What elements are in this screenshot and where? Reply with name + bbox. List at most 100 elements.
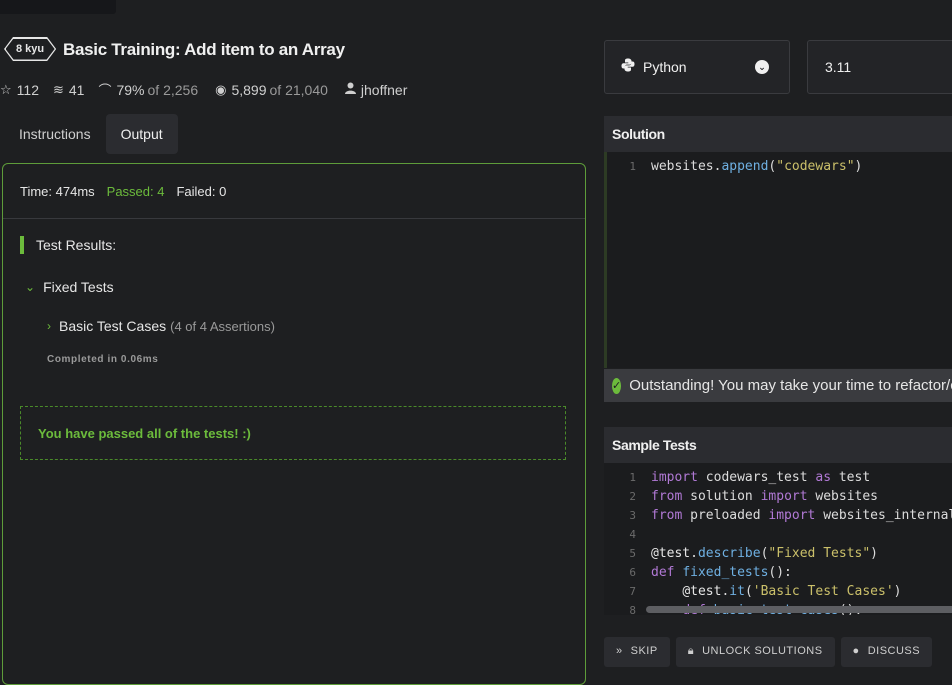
rainbow-icon: ⌒ — [98, 83, 112, 98]
layers-icon: ≋ — [52, 81, 64, 97]
author-name: jhoffner — [360, 81, 408, 98]
pass-message: You have passed all of the tests! :) — [38, 425, 251, 441]
skip-button[interactable]: » SKIP — [604, 637, 670, 667]
discuss-button[interactable]: ● DISCUSS — [840, 637, 933, 667]
top-nav-stub — [0, 0, 116, 14]
star-icon: ☆ — [0, 81, 12, 97]
solution-heading-label: Solution — [612, 126, 665, 142]
completed-of: of 21,040 — [269, 81, 328, 98]
rank-label: 8 kyu — [16, 43, 45, 55]
passed-count: Passed: 4 — [106, 183, 165, 199]
target-icon: ◉ — [215, 81, 227, 97]
code-token: it — [729, 584, 745, 599]
output-panel: Time: 474ms Passed: 4 Failed: 0 Test Res… — [2, 163, 586, 685]
chat-icon: ● — [852, 645, 860, 657]
rank-badge: 8 kyu — [4, 37, 56, 61]
line-number: 7 — [629, 585, 636, 598]
basic-cases-label: Basic Test Cases — [59, 318, 167, 334]
code-token: fixed_tests — [682, 565, 769, 580]
discuss-label: DISCUSS — [867, 645, 921, 657]
action-buttons: » SKIP 🔒︎ UNLOCK SOLUTIONS ● DISCUSS — [604, 637, 938, 667]
code-token: append — [721, 159, 769, 174]
tab-output[interactable]: Output — [105, 114, 178, 154]
sample-tests-editor[interactable]: 1 2 3 4 5 6 7 8 import codewars_test as … — [604, 463, 952, 615]
skip-label: SKIP — [630, 645, 658, 657]
collections-count: 41 — [68, 81, 85, 98]
kata-stats: ☆ 112 ≋ 41 ⌒ 79% of 2,256 ◉ 5,899 of 21,… — [0, 80, 421, 99]
stars-count: 112 — [16, 81, 39, 98]
user-icon — [344, 82, 356, 97]
code-line: def fixed_tests(): — [651, 565, 792, 580]
fast-forward-icon: » — [616, 645, 623, 657]
code-token: def — [651, 565, 675, 580]
code-token: @test — [651, 546, 691, 561]
python-icon — [621, 58, 635, 76]
results-accent-bar — [20, 236, 24, 254]
code-token: import — [768, 508, 816, 523]
solution-editor[interactable]: 1 websites.append("codewars") — [604, 152, 952, 368]
pass-message-box: You have passed all of the tests! :) — [20, 406, 566, 460]
run-time: Time: 474ms — [20, 183, 95, 199]
panel-tabs: Instructions Output — [4, 114, 178, 154]
line-number: 2 — [629, 490, 636, 503]
test-results-label: Test Results: — [36, 237, 117, 253]
completed-stat: ◉ 5,899 of 21,040 — [215, 82, 331, 98]
code-token: "Fixed Tests" — [768, 546, 871, 561]
line-number: 1 — [629, 160, 636, 173]
success-banner: ✓ Outstanding! You may take your time to… — [604, 369, 952, 402]
horizontal-scrollbar[interactable] — [646, 606, 952, 613]
satisfaction-pct: 79% — [116, 81, 145, 98]
success-message: Outstanding! You may take your time to r… — [629, 377, 952, 394]
fixed-tests-group[interactable]: ⌄ Fixed Tests — [25, 279, 114, 295]
check-circle-icon: ✓ — [612, 377, 622, 394]
completed-time: Completed in 0.06ms — [47, 354, 159, 365]
sample-tests-heading: Sample Tests — [604, 427, 952, 463]
failed-count: Failed: 0 — [176, 183, 227, 199]
line-number: 3 — [629, 509, 636, 522]
code-line: import codewars_test as test — [651, 470, 871, 485]
chevron-down-icon: ⌄ — [25, 280, 36, 294]
line-number: 5 — [629, 547, 636, 560]
unlock-label: UNLOCK SOLUTIONS — [702, 645, 823, 657]
chevron-down-icon: ⌄ — [755, 60, 769, 74]
code-token: "codewars" — [776, 159, 855, 174]
sample-gutter: 1 2 3 4 5 6 7 8 — [604, 463, 646, 615]
code-token: @test — [682, 584, 722, 599]
tab-instructions[interactable]: Instructions — [4, 114, 106, 154]
code-line: from preloaded import websites_internal — [651, 508, 952, 523]
code-line: websites.append("codewars") — [651, 159, 863, 174]
version-value: 3.11 — [825, 59, 852, 75]
stars-stat[interactable]: ☆ 112 — [0, 82, 39, 98]
satisfaction-stat: ⌒ 79% of 2,256 — [98, 80, 201, 99]
output-summary: Time: 474ms Passed: 4 Failed: 0 — [3, 164, 585, 219]
satisfaction-of: of 2,256 — [147, 81, 199, 98]
lock-icon: 🔒︎ — [687, 645, 695, 657]
code-line: @test.it('Basic Test Cases') — [682, 584, 902, 599]
fixed-tests-label: Fixed Tests — [43, 279, 114, 295]
completed-count: 5,899 — [231, 81, 267, 98]
basic-test-cases-group[interactable]: › Basic Test Cases (4 of 4 Assertions) — [47, 318, 275, 334]
language-select[interactable]: Python ⌄ — [604, 40, 790, 94]
chevron-right-icon: › — [47, 319, 51, 333]
line-number: 6 — [629, 566, 636, 579]
assertions-count: (4 of 4 Assertions) — [170, 318, 275, 334]
solution-gutter: 1 — [604, 152, 646, 368]
line-number: 8 — [629, 604, 636, 615]
kata-title[interactable]: Basic Training: Add item to an Array — [63, 40, 345, 60]
author-stat[interactable]: jhoffner — [344, 81, 408, 98]
version-select[interactable]: 3.11 — [807, 40, 952, 94]
collections-stat[interactable]: ≋ 41 — [53, 82, 84, 98]
code-token: describe — [697, 546, 761, 561]
code-line: @test.describe("Fixed Tests") — [651, 546, 878, 561]
code-token: as — [815, 470, 832, 485]
language-name: Python — [643, 59, 687, 75]
line-number: 1 — [629, 471, 636, 484]
line-number: 4 — [629, 528, 636, 541]
solution-heading: Solution — [604, 116, 952, 152]
test-results-heading: Test Results: — [20, 236, 116, 254]
code-token: 'Basic Test Cases' — [752, 584, 894, 599]
unlock-solutions-button[interactable]: 🔒︎ UNLOCK SOLUTIONS — [675, 637, 835, 667]
code-token: import — [760, 489, 808, 504]
code-token: websites — [651, 159, 714, 174]
code-token: from — [651, 508, 683, 523]
